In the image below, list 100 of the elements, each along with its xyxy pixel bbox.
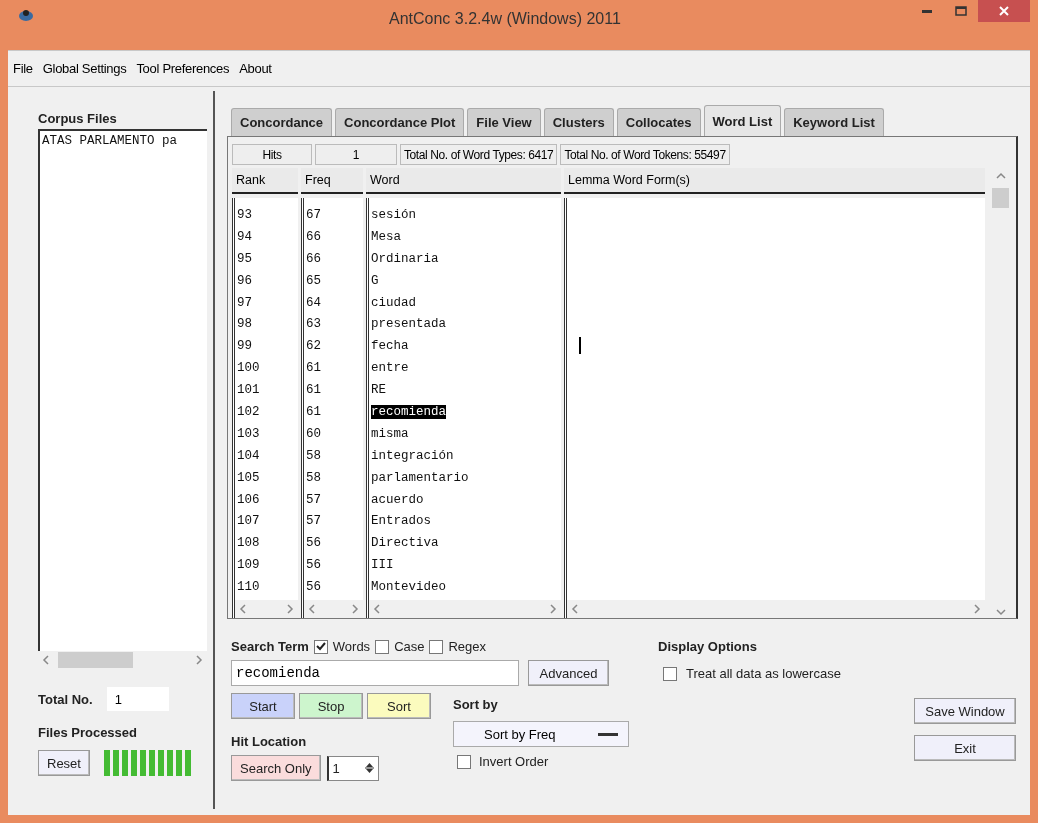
- checkbox[interactable]: [313, 639, 328, 654]
- table-cell[interactable]: 56: [306, 580, 321, 595]
- tab[interactable]: Concordance Plot: [335, 108, 465, 136]
- list-pane[interactable]: sesión Mesa Ordinaria G ciudad presentada fecha entre RE recomienda misma integración parlamentario acuerdo Entrados Directiva III Montevideo: [366, 198, 561, 618]
- table-cell[interactable]: 66: [306, 229, 321, 244]
- checkbox[interactable]: [663, 666, 677, 681]
- horizontal-scrollbar[interactable]: [304, 600, 363, 618]
- chevron-right-icon[interactable]: [973, 604, 981, 614]
- menu-item[interactable]: File: [11, 61, 35, 76]
- table-cell[interactable]: 63: [306, 317, 321, 332]
- chevron-left-icon[interactable]: [571, 604, 579, 614]
- save-window-button[interactable]: Save Window: [914, 698, 1016, 724]
- tab[interactable]: Word List: [703, 105, 782, 136]
- table-cell[interactable]: parlamentario: [371, 470, 469, 485]
- table-cell[interactable]: 102: [237, 404, 260, 419]
- tab[interactable]: Concordance: [231, 108, 333, 136]
- table-cell[interactable]: 98: [237, 317, 252, 332]
- table-cell[interactable]: 108: [237, 536, 260, 551]
- table-cell[interactable]: 107: [237, 514, 260, 529]
- table-cell[interactable]: 106: [237, 492, 260, 507]
- sort-dropdown[interactable]: Sort by Freq: [453, 721, 629, 747]
- table-cell[interactable]: 65: [306, 273, 321, 288]
- list-pane[interactable]: 67 66 66 65 64 63 62 61 61 61 60 58 58 57 57 56 56 56: [301, 198, 363, 618]
- table-cell[interactable]: 94: [237, 229, 252, 244]
- search-only-button[interactable]: Search Only: [231, 755, 321, 781]
- table-cell[interactable]: Entrados: [371, 514, 431, 529]
- table-cell[interactable]: entre: [371, 361, 409, 376]
- chevron-right-icon[interactable]: [195, 655, 203, 665]
- chevron-left-icon[interactable]: [373, 604, 381, 614]
- menu-item[interactable]: About: [237, 61, 274, 76]
- table-cell[interactable]: 58: [306, 470, 321, 485]
- table-cell[interactable]: integración: [371, 448, 454, 463]
- table-cell[interactable]: 110: [237, 580, 260, 595]
- table-cell[interactable]: 56: [306, 558, 321, 573]
- table-cell[interactable]: 56: [306, 536, 321, 551]
- tab[interactable]: File View: [467, 108, 541, 136]
- list-pane[interactable]: 93 94 95 96 97 98 99 100 101 102 103 104 105 106 107 108 109 110: [232, 198, 298, 618]
- table-cell[interactable]: Montevideo: [371, 580, 446, 595]
- table-cell[interactable]: 57: [306, 492, 321, 507]
- table-cell[interactable]: 64: [306, 295, 321, 310]
- table-cell[interactable]: 66: [306, 251, 321, 266]
- stop-button[interactable]: Stop: [299, 693, 363, 719]
- table-cell[interactable]: Mesa: [371, 229, 401, 244]
- table-cell[interactable]: 61: [306, 404, 321, 419]
- column-header[interactable]: Freq: [301, 168, 363, 194]
- table-cell[interactable]: G: [371, 273, 379, 288]
- chevron-left-icon[interactable]: [42, 655, 50, 665]
- checkbox[interactable]: [457, 754, 471, 769]
- advanced-button[interactable]: Advanced: [528, 660, 609, 686]
- spinner-arrows-icon[interactable]: [364, 761, 374, 775]
- chevron-right-icon[interactable]: [351, 604, 359, 614]
- sort-button[interactable]: Sort: [367, 693, 431, 719]
- table-cell[interactable]: 61: [306, 383, 321, 398]
- chevron-right-icon[interactable]: [286, 604, 294, 614]
- table-cell[interactable]: III: [371, 558, 394, 573]
- search-field[interactable]: recomienda: [231, 660, 519, 686]
- tab[interactable]: Collocates: [616, 108, 701, 136]
- table-cell[interactable]: 58: [306, 448, 321, 463]
- column-header[interactable]: Lemma Word Form(s): [564, 168, 985, 194]
- table-cell[interactable]: fecha: [371, 339, 409, 354]
- table-cell[interactable]: ciudad: [371, 295, 416, 310]
- table-cell[interactable]: recomienda: [371, 404, 446, 419]
- column-header[interactable]: Rank: [232, 168, 298, 194]
- table-cell[interactable]: acuerdo: [371, 492, 424, 507]
- table-cell[interactable]: 61: [306, 361, 321, 376]
- chevron-down-icon[interactable]: [995, 608, 1006, 616]
- chevron-left-icon[interactable]: [239, 604, 247, 614]
- spinner-field[interactable]: 1: [326, 755, 379, 781]
- table-cell[interactable]: 60: [306, 426, 321, 441]
- table-cell[interactable]: presentada: [371, 317, 446, 332]
- table-cell[interactable]: Directiva: [371, 536, 439, 551]
- reset-button[interactable]: Reset: [38, 750, 90, 776]
- table-cell[interactable]: 100: [237, 361, 260, 376]
- table-cell[interactable]: 101: [237, 383, 260, 398]
- column-header[interactable]: Word: [366, 168, 561, 194]
- horizontal-scrollbar[interactable]: [369, 600, 561, 618]
- tab[interactable]: Clusters: [543, 108, 614, 136]
- checkbox[interactable]: [429, 639, 444, 654]
- close-button[interactable]: [978, 0, 1030, 22]
- table-cell[interactable]: 99: [237, 339, 252, 354]
- chevron-right-icon[interactable]: [549, 604, 557, 614]
- chevron-up-icon[interactable]: [995, 172, 1006, 180]
- table-cell[interactable]: 105: [237, 470, 260, 485]
- table-cell[interactable]: 67: [306, 207, 321, 222]
- horizontal-scrollbar[interactable]: [235, 600, 298, 618]
- scrollbar-thumb[interactable]: [58, 652, 133, 668]
- table-cell[interactable]: RE: [371, 383, 386, 398]
- table-cell[interactable]: 93: [237, 207, 252, 222]
- menu-item[interactable]: Global Settings: [40, 61, 129, 76]
- table-cell[interactable]: 103: [237, 426, 260, 441]
- scrollbar-thumb[interactable]: [992, 188, 1009, 208]
- table-cell[interactable]: 109: [237, 558, 260, 573]
- tab[interactable]: Keyword List: [784, 108, 884, 136]
- menu-item[interactable]: Tool Preferences: [134, 61, 232, 76]
- table-cell[interactable]: 57: [306, 514, 321, 529]
- start-button[interactable]: Start: [231, 693, 295, 719]
- table-cell[interactable]: 95: [237, 251, 252, 266]
- chevron-left-icon[interactable]: [308, 604, 316, 614]
- table-cell[interactable]: 97: [237, 295, 252, 310]
- table-cell[interactable]: 104: [237, 448, 260, 463]
